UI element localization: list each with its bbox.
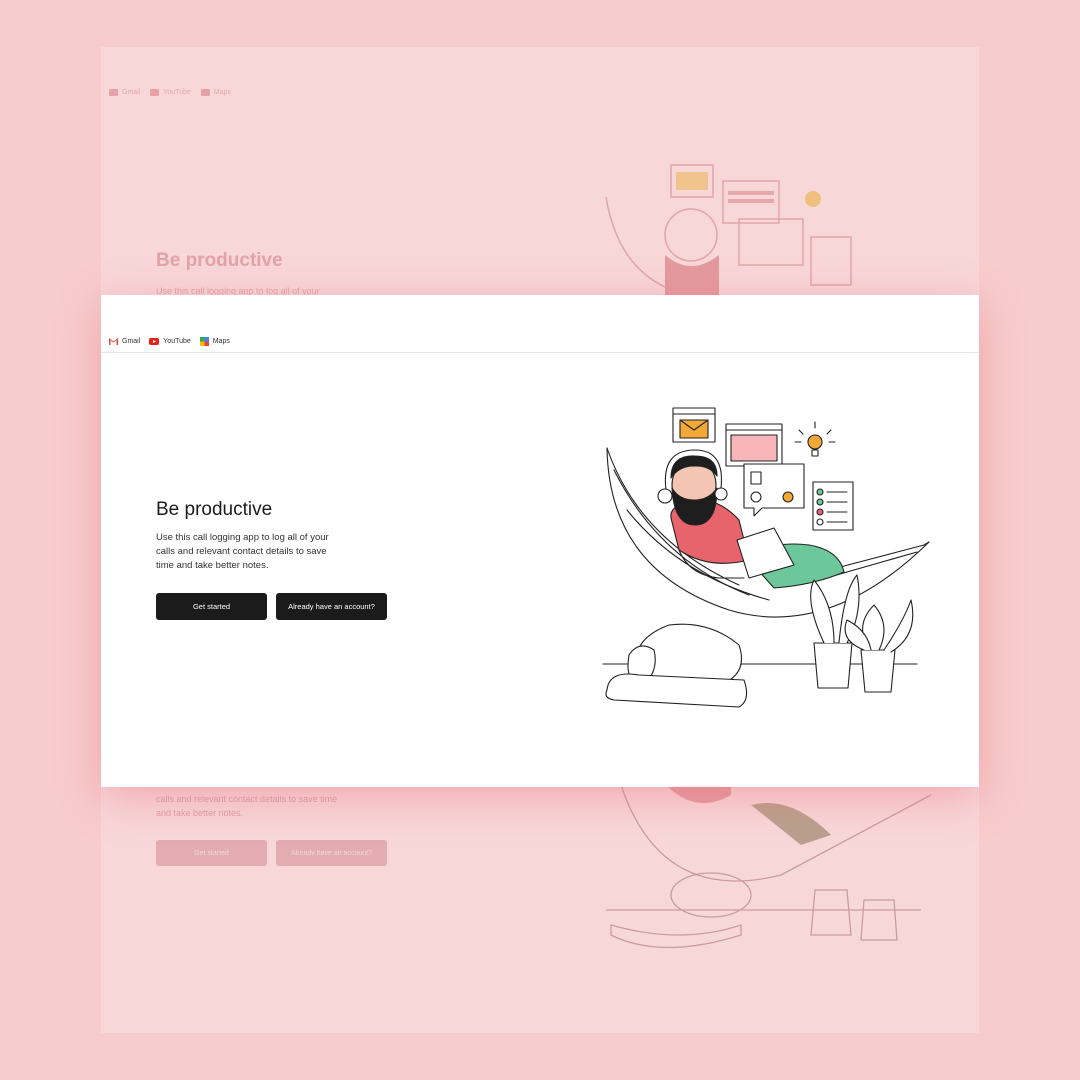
maps-icon	[199, 337, 209, 346]
bookmark-maps[interactable]: Maps	[199, 337, 230, 346]
gmail-icon	[109, 338, 118, 345]
hero-illustration	[602, 407, 930, 708]
bookmark-label: Gmail	[122, 338, 141, 345]
ghost-bookmark: Maps	[200, 89, 231, 96]
login-button[interactable]: Already have an account?	[276, 593, 387, 620]
youtube-icon	[150, 89, 160, 96]
ghost-bookmark: Gmail	[109, 89, 140, 96]
hero-title: Be productive	[156, 499, 273, 520]
gmail-icon	[109, 89, 118, 96]
ghost-illustration-top	[605, 164, 852, 297]
ghost-bookmarks-bar: Gmail YouTube Maps	[109, 89, 231, 96]
maps-icon	[200, 89, 210, 96]
ghost-illustration-bottom	[606, 785, 931, 949]
bookmark-label: Maps	[212, 338, 230, 345]
hero-description: Use this call logging app to log all of …	[156, 532, 329, 571]
ghost-bookmark-label: Gmail	[122, 89, 141, 96]
ghost-get-started-button: Get started	[156, 840, 267, 866]
browser-window: Gmail YouTube Maps Be productive Use thi…	[101, 295, 979, 787]
ghost-bookmark-label: YouTube	[163, 89, 191, 96]
bookmarks-bar: Gmail YouTube Maps	[101, 295, 979, 353]
ghost-login-button: Already have an account?	[276, 840, 387, 866]
ghost-bookmark: YouTube	[150, 89, 191, 96]
bookmark-gmail[interactable]: Gmail	[109, 338, 140, 345]
get-started-button[interactable]: Get started	[156, 593, 267, 620]
ghost-title: Be productive	[156, 250, 283, 271]
youtube-icon	[149, 338, 160, 345]
bookmark-label: YouTube	[163, 338, 191, 345]
ghost-description-bottom: calls and relevant contact details to sa…	[156, 794, 338, 818]
ghost-bookmark-label: Maps	[213, 89, 231, 96]
bookmark-youtube[interactable]: YouTube	[149, 338, 191, 345]
